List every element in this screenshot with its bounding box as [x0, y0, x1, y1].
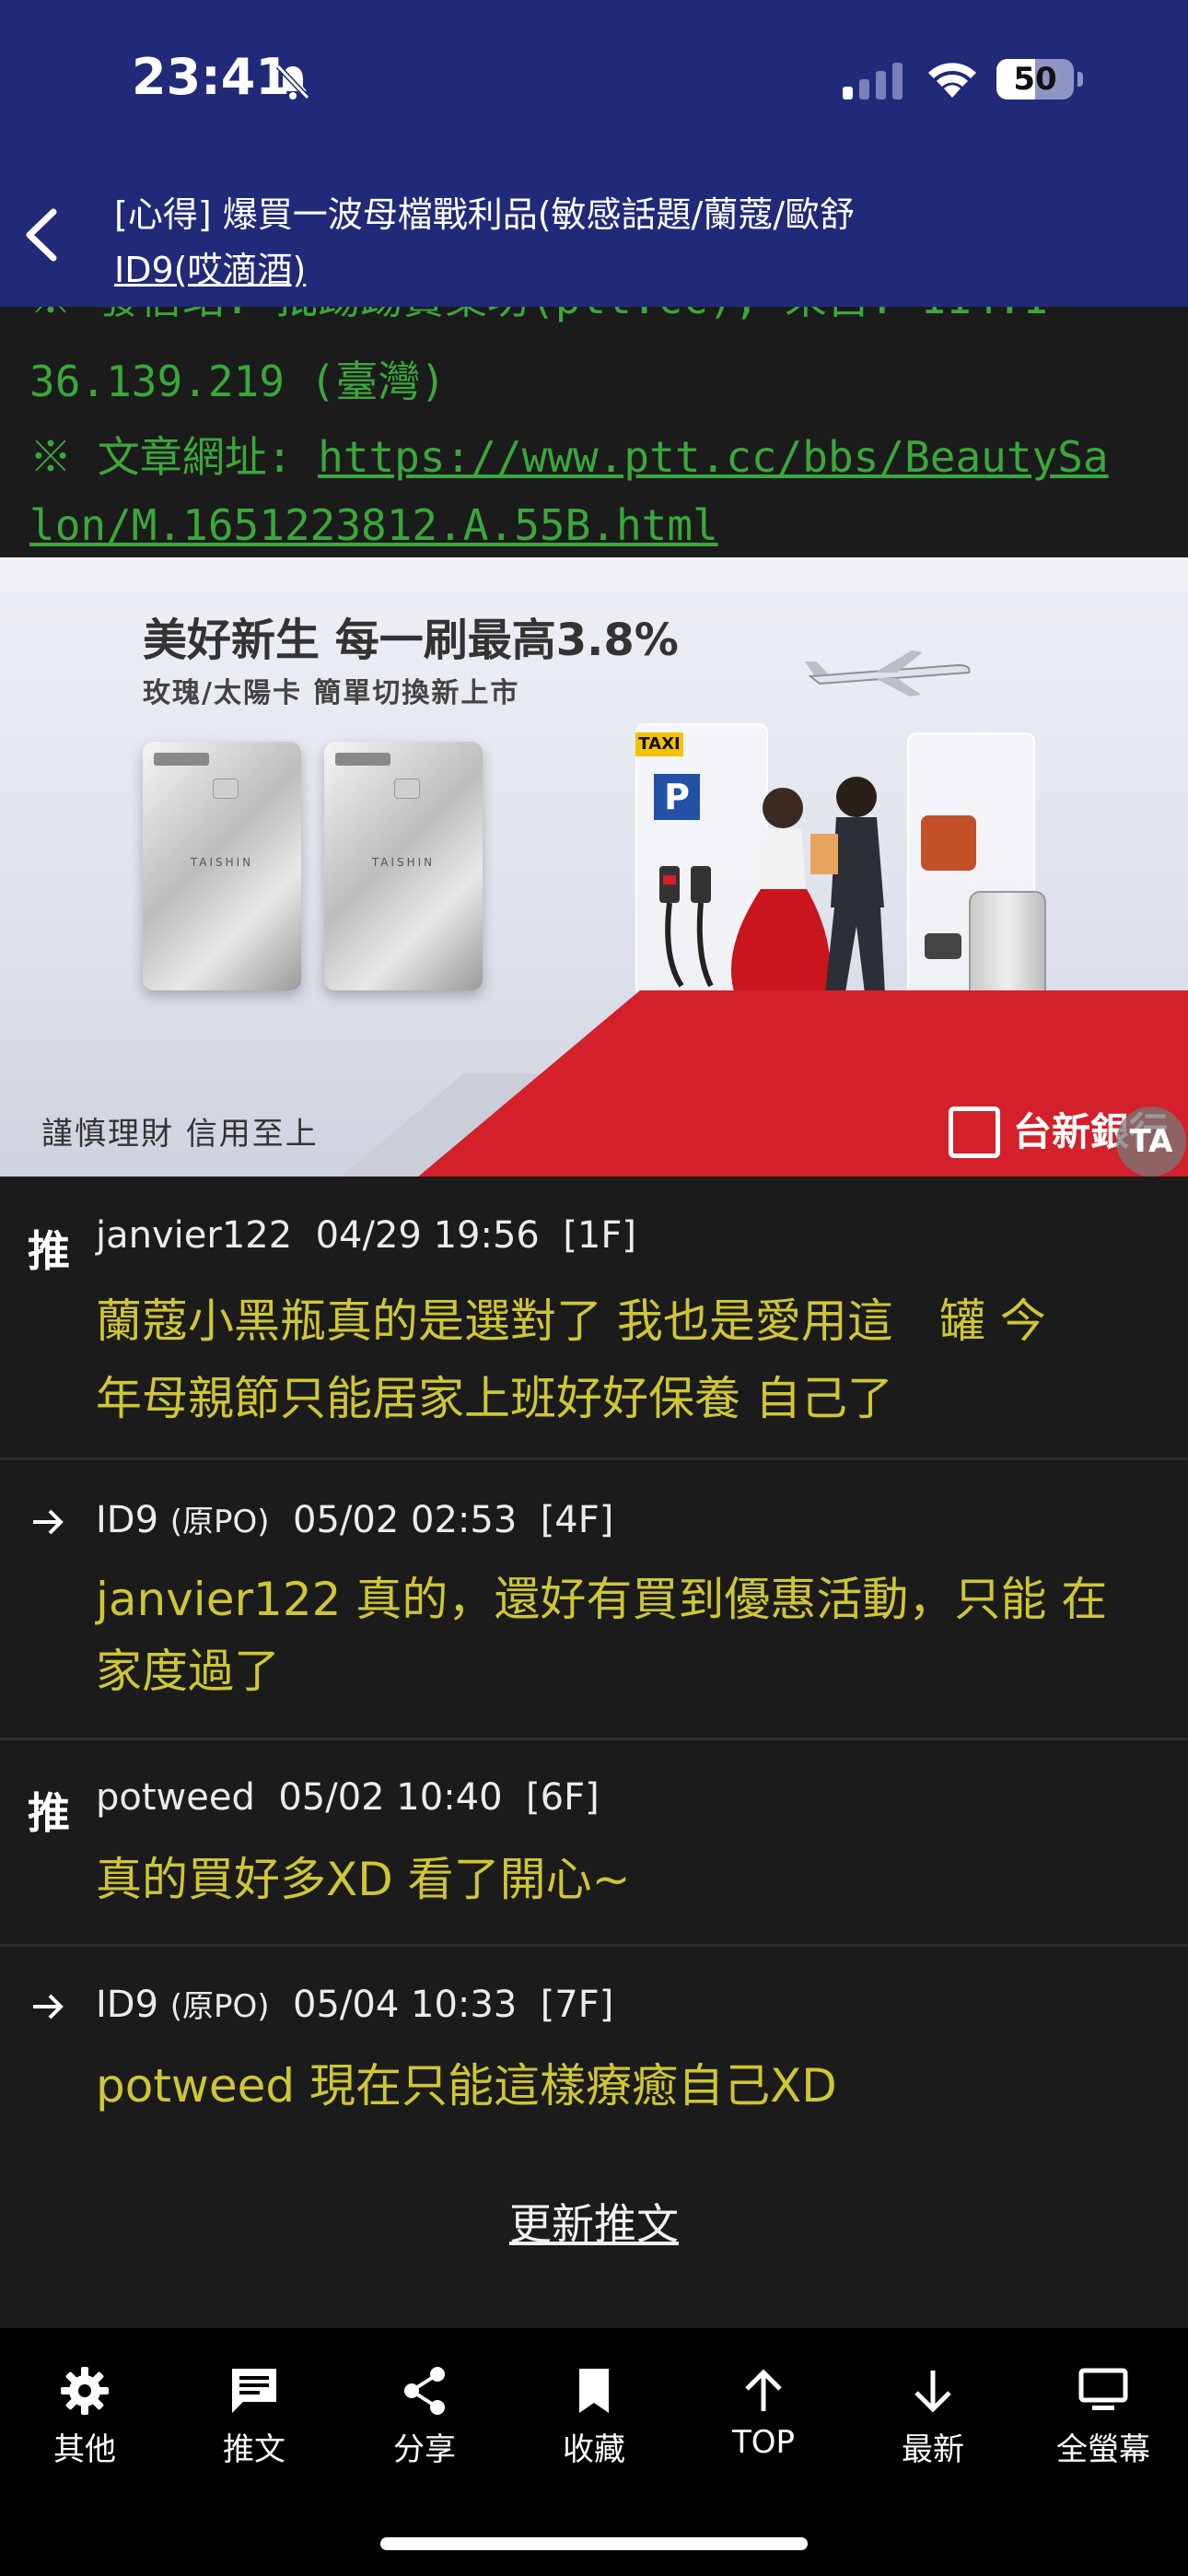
comment-meta: ID9 (原PO) 05/02 02:53 [4F] — [96, 1496, 613, 1541]
reply-arrow-icon — [33, 1994, 64, 2020]
battery-indicator: 50 — [996, 59, 1074, 100]
comment-divider — [0, 1944, 1188, 1947]
comment-time: 05/04 10:33 — [293, 1984, 518, 2026]
toolbar-share-button[interactable]: 分享 — [360, 2363, 489, 2469]
article-url-prefix: ※ 文章網址: — [29, 432, 319, 482]
comment-op-label: (原PO) — [169, 1988, 270, 2025]
post-author-link[interactable]: ID9(哎滴酒) — [114, 241, 306, 292]
article-url-line-2: lon/M.1651223812.A.55B.html — [29, 500, 718, 550]
status-time: 23:41 — [132, 48, 290, 106]
comment-time: 05/02 02:53 — [293, 1499, 518, 1541]
comment-text: potweed 現在只能這樣療癒自己XD — [96, 2047, 1164, 2125]
comment-meta: janvier122 04/29 19:56 [1F] — [96, 1214, 636, 1257]
card-bank-logo — [154, 753, 209, 766]
article-url-link[interactable]: https://www.ptt.cc/bbs/BeautySa — [318, 432, 1109, 482]
camera-image — [925, 933, 961, 959]
home-indicator — [380, 2537, 808, 2550]
comment-text: 蘭蔻小黑瓶真的是選對了 我也是愛用這 罐 今 年母親節只能居家上班好好保養 自己… — [96, 1282, 1164, 1437]
comment-meta: potweed 05/02 10:40 [6F] — [96, 1776, 600, 1819]
comment-icon — [232, 2369, 276, 2413]
comment-time: 04/29 19:56 — [315, 1214, 540, 1257]
gear-icon — [61, 2367, 109, 2415]
comment-user[interactable]: potweed — [96, 1776, 255, 1819]
ad-choices-badge[interactable]: TA — [1116, 1107, 1186, 1177]
card-label: TAISHIN — [190, 856, 254, 869]
toolbar-fullscreen-label: 全螢幕 — [1056, 2431, 1150, 2468]
ad-banner[interactable]: 美好新生 每一刷最高3.8% 玫瑰/太陽卡 簡單切換新上市 TAISHIN TA… — [0, 557, 1188, 1177]
airplane-icon — [805, 650, 971, 697]
toolbar-push-label: 推文 — [223, 2431, 285, 2468]
bank-logo-icon — [949, 1107, 1000, 1158]
card-label: TAISHIN — [371, 856, 436, 869]
comment-text-line: 年母親節只能居家上班好好保養 自己了 — [96, 1372, 893, 1425]
comment-floor: [4F] — [540, 1499, 614, 1541]
article-footer: ※ 發信站: 批踢踢實業坊(ptt.cc), 來自: 114.1 36.139.… — [0, 267, 1188, 557]
credit-card-image: TAISHIN — [324, 742, 483, 990]
toolbar-save-label: 收藏 — [563, 2431, 625, 2468]
comment-floor: [1F] — [563, 1214, 636, 1257]
monitor-icon — [1078, 2368, 1128, 2410]
arrow-down-icon — [914, 2371, 951, 2413]
toolbar-push-button[interactable]: 推文 — [190, 2363, 319, 2469]
parking-sign: P — [654, 774, 700, 820]
comment-text-line: 家度過了 — [96, 1645, 280, 1698]
comment-push-tag: 推 — [28, 1788, 70, 1838]
comment-text-line: 蘭蔻小黑瓶真的是選對了 我也是愛用這 罐 今 — [96, 1294, 1046, 1348]
fuel-pump-icon — [659, 866, 714, 988]
share-icon — [404, 2367, 445, 2415]
bookmark-icon — [579, 2369, 609, 2413]
comment-user[interactable]: janvier122 — [96, 1214, 292, 1257]
comment-text-line: 真的買好多XD 看了開心~ — [96, 1853, 631, 1906]
comment-text: janvier122 真的，還好有買到優惠活動，只能 在 家度過了 — [96, 1563, 1164, 1707]
ad-subheadline: 玫瑰/太陽卡 簡單切換新上市 — [143, 677, 520, 709]
credit-card-image: TAISHIN — [143, 742, 301, 990]
card-chip — [394, 779, 420, 799]
toolbar-other-button[interactable]: 其他 — [20, 2363, 149, 2469]
comment-user[interactable]: ID9 — [96, 1499, 158, 1541]
handbag-image — [921, 815, 976, 871]
toolbar-save-button[interactable]: 收藏 — [530, 2363, 658, 2469]
card-chip — [213, 779, 239, 799]
toolbar-fullscreen-button[interactable]: 全螢幕 — [1039, 2363, 1168, 2469]
wifi-icon — [928, 63, 976, 98]
battery-percent: 50 — [1013, 61, 1057, 98]
arrow-up-icon — [745, 2369, 782, 2411]
toolbar-other-label: 其他 — [53, 2431, 116, 2468]
article-url-link-cont[interactable]: lon/M.1651223812.A.55B.html — [29, 500, 718, 550]
toolbar-latest-label: 最新 — [902, 2431, 964, 2468]
comment-divider — [0, 1738, 1188, 1740]
comment-text-line: janvier122 真的，還好有買到優惠活動，只能 在 — [96, 1573, 1108, 1626]
toolbar-top-label: TOP — [731, 2424, 796, 2461]
card-bank-logo — [335, 753, 390, 766]
comment-text-line: potweed 現在只能這樣療癒自己XD — [96, 2059, 837, 2113]
comment-meta: ID9 (原PO) 05/04 10:33 [7F] — [96, 1981, 613, 2026]
toolbar-share-label: 分享 — [393, 2431, 456, 2468]
comment-divider — [0, 1458, 1188, 1460]
cellular-signal-icon — [843, 63, 903, 100]
toolbar-latest-button[interactable]: 最新 — [868, 2363, 997, 2469]
bell-muted-icon — [275, 64, 310, 100]
comment-time: 05/02 10:40 — [278, 1776, 503, 1819]
comment-text: 真的買好多XD 看了開心~ — [96, 1841, 1164, 1918]
ad-headline: 美好新生 每一刷最高3.8% — [143, 615, 679, 666]
comment-op-label: (原PO) — [169, 1504, 270, 1540]
comment-user[interactable]: ID9 — [96, 1984, 158, 2026]
toolbar-top-button[interactable]: TOP — [699, 2363, 828, 2461]
taxi-sign: TAXI — [635, 732, 683, 756]
comment-floor: [6F] — [526, 1776, 600, 1819]
ad-tagline: 謹慎理財 信用至上 — [41, 1116, 319, 1153]
post-title: [心得] 爆買一波母檔戰利品(敏感話題/蘭蔻/歐舒 — [114, 194, 856, 235]
comment-push-tag: 推 — [28, 1226, 70, 1276]
comment-floor: [7F] — [540, 1984, 614, 2026]
article-ip-line: 36.139.219 (臺灣) — [29, 357, 447, 406]
back-chevron-icon[interactable] — [9, 193, 74, 276]
reply-arrow-icon — [33, 1509, 64, 1535]
article-url-line: ※ 文章網址: https://www.ptt.cc/bbs/BeautySa — [29, 424, 1109, 485]
app-header: 23:41 50 [心得] 爆買一波母檔戰利品(敏感話題/蘭蔻/歐舒 ID9(哎… — [0, 0, 1188, 307]
refresh-comments-link[interactable]: 更新推文 — [0, 2191, 1188, 2252]
battery-nub — [1077, 72, 1083, 87]
